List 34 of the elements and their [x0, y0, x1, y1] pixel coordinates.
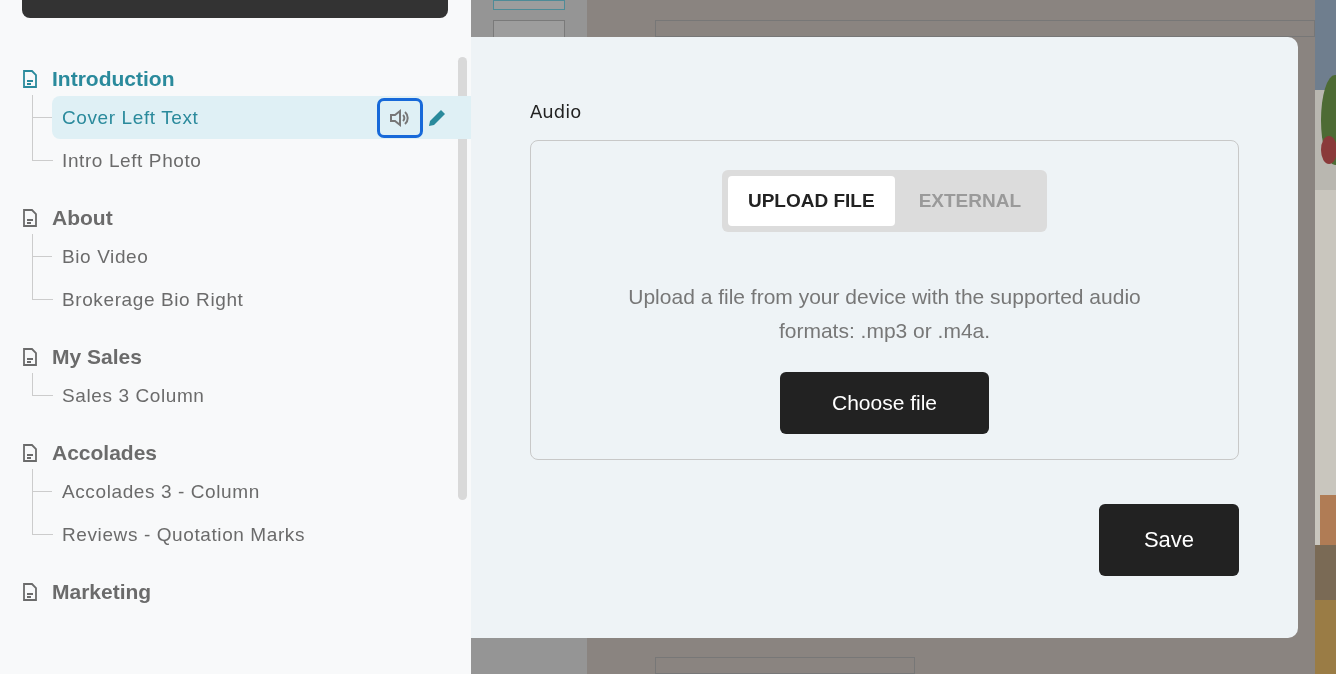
page-title: Cover Left Text: [62, 106, 200, 129]
document-icon: [22, 208, 38, 228]
page-title: Sales 3 Column: [62, 384, 206, 407]
page-item[interactable]: Reviews - Quotation Marks: [52, 513, 471, 556]
page-item[interactable]: Intro Left Photo: [52, 139, 471, 182]
section-title[interactable]: About: [52, 206, 113, 230]
section-title[interactable]: Marketing: [52, 580, 152, 604]
save-button[interactable]: Save: [1099, 504, 1239, 576]
choose-file-button[interactable]: Choose file: [780, 372, 989, 434]
pencil-icon: [427, 107, 447, 128]
section-title[interactable]: My Sales: [52, 345, 142, 369]
page-title: Intro Left Photo: [62, 149, 203, 172]
document-icon: [22, 347, 38, 367]
document-icon: [22, 582, 38, 602]
page-title: Brokerage Bio Right: [62, 288, 245, 311]
page-thumbnail[interactable]: [493, 0, 565, 10]
speaker-icon: [389, 107, 411, 128]
page-item[interactable]: Sales 3 Column: [52, 374, 471, 417]
field-label: Audio: [530, 101, 583, 122]
tree-line: [32, 373, 53, 396]
source-tab[interactable]: UPLOAD FILE: [727, 176, 895, 226]
page-title: Bio Video: [62, 245, 150, 268]
section-title[interactable]: Accolades: [52, 441, 158, 465]
audio-button[interactable]: [377, 97, 423, 138]
page-item[interactable]: Cover Left Text: [52, 96, 471, 139]
page-item[interactable]: Brokerage Bio Right: [52, 278, 471, 321]
document-icon: [22, 443, 38, 463]
page-title: Accolades 3 - Column: [62, 480, 261, 503]
page-item[interactable]: Bio Video: [52, 235, 471, 278]
document-icon: [22, 69, 38, 89]
upload-hint: Upload a file from your device with the supported audio formats: .mp3 or .m4a.: [627, 284, 1142, 344]
page-title: Reviews - Quotation Marks: [62, 523, 307, 546]
section-title[interactable]: Introduction: [52, 67, 175, 91]
page-item[interactable]: Accolades 3 - Column: [52, 470, 471, 513]
